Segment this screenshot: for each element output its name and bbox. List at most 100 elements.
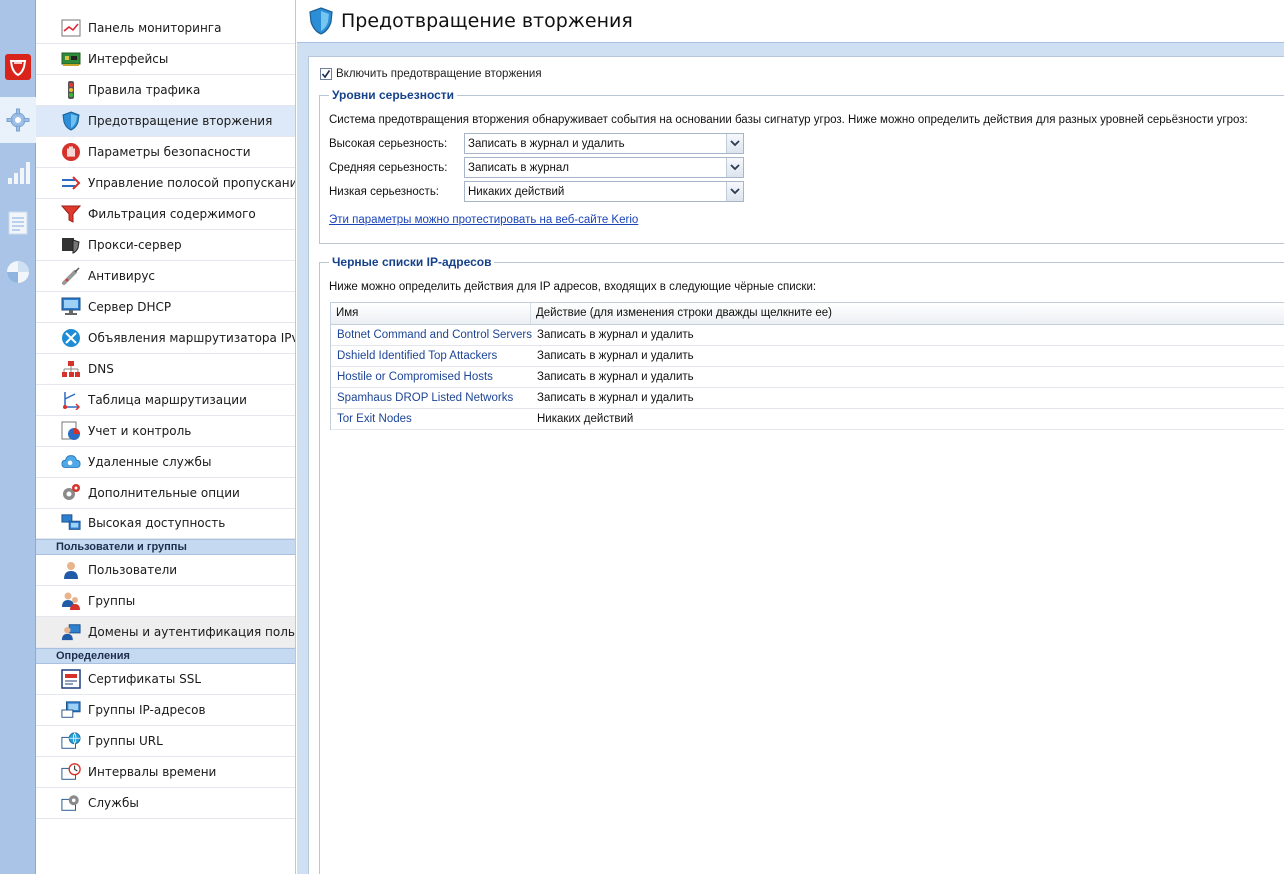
nav-label: Интервалы времени <box>88 765 217 779</box>
rail-logo-button[interactable] <box>0 44 36 90</box>
nav-label: Службы <box>88 796 139 810</box>
traffic-light-icon <box>61 80 81 100</box>
test-settings-link[interactable]: Эти параметры можно протестировать на ве… <box>329 214 638 226</box>
chevron-down-icon[interactable] <box>726 158 743 177</box>
content-panel: Включить предотвращение вторжения Уровни… <box>308 56 1284 874</box>
user-icon <box>61 560 81 580</box>
nav-item-routing-table[interactable]: Таблица маршрутизации <box>36 385 295 416</box>
shield-logo-icon <box>5 54 31 80</box>
severity-legend: Уровни серьезности <box>329 88 458 102</box>
table-row[interactable]: Tor Exit Nodes Никаких действий <box>331 409 1284 430</box>
nav-item-dashboard[interactable]: Панель мониторинга <box>36 13 295 44</box>
accounting-icon <box>61 421 81 441</box>
high-severity-label: Высокая серьезность: <box>329 138 448 150</box>
column-action-header[interactable]: Действие (для изменения строки дважды ще… <box>531 303 1284 324</box>
chevron-down-icon[interactable] <box>726 134 743 153</box>
nav-label: Сертификаты SSL <box>88 672 202 686</box>
gears-icon <box>61 483 81 503</box>
nav-item-dns[interactable]: DNS <box>36 354 295 385</box>
enable-ips-checkbox[interactable] <box>320 68 332 80</box>
nav-item-users[interactable]: Пользователи <box>36 555 295 586</box>
blacklist-name: Spamhaus DROP Listed Networks <box>337 392 514 404</box>
proxy-icon <box>61 235 81 255</box>
nav-label: Фильтрация содержимого <box>88 207 256 221</box>
nav-label: Высокая доступность <box>88 516 226 530</box>
nav-label: Интерфейсы <box>88 52 169 66</box>
nav-label: Таблица маршрутизации <box>88 393 247 407</box>
nav-label: Панель мониторинга <box>88 21 222 35</box>
enable-ips-row[interactable]: Включить предотвращение вторжения <box>320 68 542 80</box>
blacklist-action: Записать в журнал и удалить <box>537 329 694 341</box>
column-name-header[interactable]: Имя <box>331 303 531 324</box>
table-row[interactable]: Botnet Command and Control Servers Запис… <box>331 325 1284 346</box>
nav-item-url-groups[interactable]: Группы URL <box>36 726 295 757</box>
low-severity-label: Низкая серьезность: <box>329 186 440 198</box>
medium-severity-select[interactable]: Записать в журнал <box>464 157 744 178</box>
nav-item-domains-auth[interactable]: Домены и аутентификация пользова <box>36 617 295 648</box>
page-header: Предотвращение вторжения <box>297 0 1284 43</box>
antivirus-icon <box>61 266 81 286</box>
nav-item-dhcp[interactable]: Сервер DHCP <box>36 292 295 323</box>
nav-item-intrusion-prevention[interactable]: Предотвращение вторжения <box>36 106 295 137</box>
table-row[interactable]: Dshield Identified Top Attackers Записат… <box>331 346 1284 367</box>
nav-item-high-availability[interactable]: Высокая доступность <box>36 508 295 539</box>
nav-item-advanced-options[interactable]: Дополнительные опции <box>36 478 295 509</box>
nav-item-time-intervals[interactable]: Интервалы времени <box>36 757 295 788</box>
shield-icon <box>61 111 81 131</box>
table-row[interactable]: Hostile or Compromised Hosts Записать в … <box>331 367 1284 388</box>
network-card-icon <box>61 49 81 69</box>
rail-statistics-button[interactable] <box>0 249 36 295</box>
rail-logs-button[interactable] <box>0 200 36 246</box>
high-availability-icon <box>61 513 81 533</box>
nav-item-proxy[interactable]: Прокси-сервер <box>36 230 295 261</box>
nav-item-security-settings[interactable]: Параметры безопасности <box>36 137 295 168</box>
blacklists-table: Имя Действие (для изменения строки дважд… <box>330 302 1284 430</box>
rail-status-button[interactable] <box>0 150 36 196</box>
blacklist-name: Tor Exit Nodes <box>337 413 412 425</box>
table-row[interactable]: Spamhaus DROP Listed Networks Записать в… <box>331 388 1284 409</box>
nav-label: Антивирус <box>88 269 156 283</box>
navigation-panel: Панель мониторинга Интерфейсы Правила тр… <box>36 0 296 874</box>
nav-item-ssl-certificates[interactable]: Сертификаты SSL <box>36 664 295 695</box>
nav-label: Дополнительные опции <box>88 486 240 500</box>
dhcp-icon <box>61 297 81 317</box>
nav-item-antivirus[interactable]: Антивирус <box>36 261 295 292</box>
icon-rail <box>0 0 36 874</box>
nav-item-ipv6-router-ads[interactable]: Объявления маршрутизатора IPv6 <box>36 323 295 354</box>
nav-label: DNS <box>88 362 114 376</box>
nav-item-traffic-rules[interactable]: Правила трафика <box>36 75 295 106</box>
nav-item-bandwidth[interactable]: Управление полосой пропускания и <box>36 168 295 199</box>
nav-item-content-filter[interactable]: Фильтрация содержимого <box>36 199 295 230</box>
nav-item-ip-groups[interactable]: Группы IP-адресов <box>36 695 295 726</box>
high-severity-select[interactable]: Записать в журнал и удалить <box>464 133 744 154</box>
blacklist-name: Dshield Identified Top Attackers <box>337 350 498 362</box>
dns-icon <box>61 359 81 379</box>
nav-item-interfaces[interactable]: Интерфейсы <box>36 44 295 75</box>
ipv6-icon <box>61 328 81 348</box>
nav-label: Удаленные службы <box>88 455 212 469</box>
nav-label: Сервер DHCP <box>88 300 172 314</box>
blacklist-name: Botnet Command and Control Servers <box>337 329 532 341</box>
blacklists-legend: Черные списки IP-адресов <box>329 255 495 269</box>
low-severity-select[interactable]: Никаких действий <box>464 181 744 202</box>
stop-hand-icon <box>61 142 81 162</box>
chevron-down-icon[interactable] <box>726 182 743 201</box>
pie-chart-icon <box>5 259 31 285</box>
nav-label: Группы <box>88 594 136 608</box>
nav-item-groups[interactable]: Группы <box>36 586 295 617</box>
nav-item-remote-services[interactable]: Удаленные службы <box>36 447 295 478</box>
main-area: Предотвращение вторжения Включить предот… <box>297 0 1284 874</box>
blacklist-action: Записать в журнал и удалить <box>537 350 694 362</box>
nav-label: Группы URL <box>88 734 163 748</box>
nav-item-services[interactable]: Службы <box>36 788 295 819</box>
nav-label: Предотвращение вторжения <box>88 114 273 128</box>
bandwidth-icon <box>61 173 81 193</box>
nav-item-accounting[interactable]: Учет и контроль <box>36 416 295 447</box>
blacklist-action: Никаких действий <box>537 413 634 425</box>
nav-label: Домены и аутентификация пользова <box>88 625 295 639</box>
rail-configuration-button[interactable] <box>0 97 36 143</box>
blacklist-action: Записать в журнал и удалить <box>537 392 694 404</box>
section-users-groups: Пользователи и группы <box>36 539 295 555</box>
nav-label: Учет и контроль <box>88 424 192 438</box>
table-header: Имя Действие (для изменения строки дважд… <box>331 303 1284 325</box>
